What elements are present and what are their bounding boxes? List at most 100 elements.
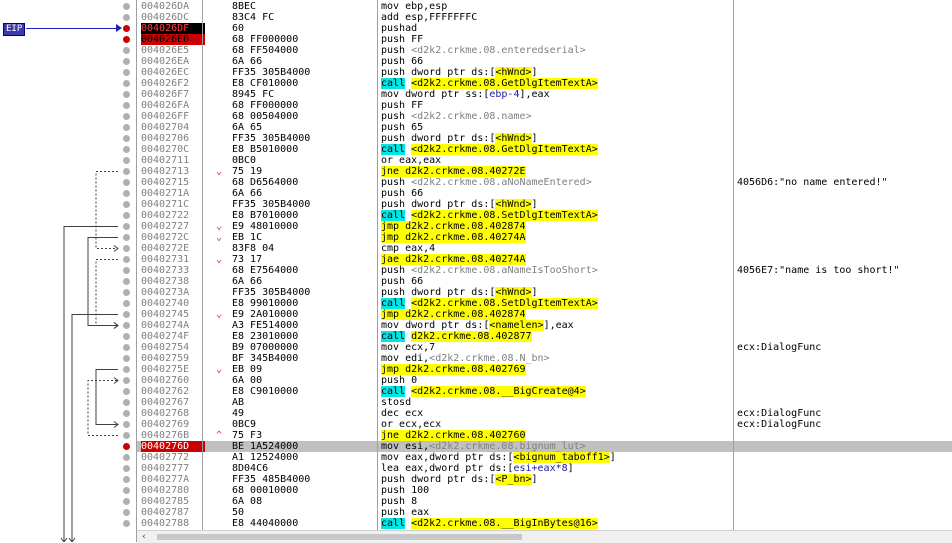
breakpoint-toggle[interactable] xyxy=(123,245,130,252)
disassembly-row[interactable]: 004026DF 60 pushad xyxy=(137,23,952,34)
disassembly-row[interactable]: 0040274F E8 23010000 call d2k2.crkme.08.40… xyxy=(137,331,952,342)
breakpoint-toggle[interactable] xyxy=(123,113,130,120)
disassembly-row[interactable]: 00402759 BF 345B4000 mov edi,<d2k2.crkme.0… xyxy=(137,353,952,364)
breakpoint-toggle[interactable] xyxy=(123,388,130,395)
disassembly-row[interactable]: 00402769 0BC9 or ecx,ecx ecx:DialogFunc xyxy=(137,419,952,430)
breakpoint-toggle[interactable] xyxy=(123,256,130,263)
breakpoint-toggle[interactable] xyxy=(123,179,130,186)
disassembly-row[interactable]: 00402788 E8 44040000 call <d2k2.crkme.08._… xyxy=(137,518,952,529)
disassembly-row[interactable]: 00402777 8D04C6 lea eax,dword ptr ds:[esi+… xyxy=(137,463,952,474)
breakpoint-toggle[interactable] xyxy=(123,421,130,428)
disassembly-row[interactable]: 00402715 68 D6564000 push <d2k2.crkme.08.a… xyxy=(137,177,952,188)
disassembly-row[interactable]: 0040277A FF35 485B4000 push dword ptr ds:[… xyxy=(137,474,952,485)
disassembly-rows[interactable]: 004026DA 8BEC mov ebp,esp 004026DC 83C4 FC ad… xyxy=(137,0,952,530)
disassembly-row[interactable]: 00402745 ⌄ E9 2A010000 jmp d2k2.crkme.08.40… xyxy=(137,309,952,320)
disassembly-row[interactable]: 0040276B ^ 75 F3 jne d2k2.crkme.08.402760 xyxy=(137,430,952,441)
breakpoint-toggle[interactable] xyxy=(123,278,130,285)
breakpoint-toggle[interactable] xyxy=(123,234,130,241)
disassembly-row[interactable]: 0040273A FF35 305B4000 push dword ptr ds:[… xyxy=(137,287,952,298)
breakpoint-toggle[interactable] xyxy=(123,91,130,98)
breakpoint-toggle[interactable] xyxy=(123,432,130,439)
breakpoint-toggle[interactable] xyxy=(123,476,130,483)
breakpoint-toggle[interactable] xyxy=(123,344,130,351)
scroll-left-icon[interactable]: ‹ xyxy=(139,531,149,543)
breakpoint-toggle[interactable] xyxy=(123,80,130,87)
breakpoint-toggle[interactable] xyxy=(123,36,130,43)
breakpoint-toggle[interactable] xyxy=(123,212,130,219)
disassembly-row[interactable]: 00402731 ⌄ 73 17 jae d2k2.crkme.08.40274A xyxy=(137,254,952,265)
disassembly-row[interactable]: 0040270C E8 B5010000 call <d2k2.crkme.08.G… xyxy=(137,144,952,155)
disassembly-row[interactable]: 0040271C FF35 305B4000 push dword ptr ds:[… xyxy=(137,199,952,210)
breakpoint-toggle[interactable] xyxy=(123,3,130,10)
breakpoint-toggle[interactable] xyxy=(123,487,130,494)
breakpoint-toggle[interactable] xyxy=(123,410,130,417)
disassembly-row[interactable]: 00402738 6A 66 push 66 xyxy=(137,276,952,287)
disassembly-row[interactable]: 004026FA 68 FF000000 push FF xyxy=(137,100,952,111)
breakpoint-toggle[interactable] xyxy=(123,168,130,175)
breakpoint-toggle[interactable] xyxy=(123,146,130,153)
disassembly-row[interactable]: 00402711 0BC0 or eax,eax xyxy=(137,155,952,166)
disassembly-row[interactable]: 00402762 E8 C9010000 call <d2k2.crkme.08._… xyxy=(137,386,952,397)
disassembly-row[interactable]: 00402767 AB stosd xyxy=(137,397,952,408)
disassembly-row[interactable]: 004026EC FF35 305B4000 push dword ptr ds:[… xyxy=(137,67,952,78)
disassembly-row[interactable]: 00402787 50 push eax xyxy=(137,507,952,518)
breakpoint-toggle[interactable] xyxy=(123,509,130,516)
breakpoint-toggle[interactable] xyxy=(123,399,130,406)
disassembly-row[interactable]: 004026DC 83C4 FC add esp,FFFFFFFC xyxy=(137,12,952,23)
breakpoint-toggle[interactable] xyxy=(123,223,130,230)
disassembly-row[interactable]: 004026DA 8BEC mov ebp,esp xyxy=(137,1,952,12)
breakpoint-toggle[interactable] xyxy=(123,377,130,384)
breakpoint-toggle[interactable] xyxy=(123,124,130,131)
disassembly-row[interactable]: 00402780 68 00010000 push 100 xyxy=(137,485,952,496)
disassembly-row[interactable]: 00402706 FF35 305B4000 push dword ptr ds:[… xyxy=(137,133,952,144)
horizontal-scrollbar[interactable]: ‹ xyxy=(137,530,952,543)
disassembly-row[interactable]: 0040275E ⌄ EB 09 jmp d2k2.crkme.08.402769 xyxy=(137,364,952,375)
disassembly-row[interactable]: 00402704 6A 65 push 65 xyxy=(137,122,952,133)
breakpoint-toggle[interactable] xyxy=(123,25,130,32)
scrollbar-thumb[interactable] xyxy=(157,534,522,540)
breakpoint-toggle[interactable] xyxy=(123,520,130,527)
disassembly-row[interactable]: 004026F7 8945 FC mov dword ptr ss:[ebp-4],… xyxy=(137,89,952,100)
breakpoint-toggle[interactable] xyxy=(123,289,130,296)
breakpoint-toggle[interactable] xyxy=(123,443,130,450)
breakpoint-toggle[interactable] xyxy=(123,267,130,274)
breakpoint-toggle[interactable] xyxy=(123,498,130,505)
disassembly-row[interactable]: 00402760 6A 00 push 0 xyxy=(137,375,952,386)
disassembly-row[interactable]: 00402772 A1 12524000 mov eax,dword ptr ds:… xyxy=(137,452,952,463)
breakpoint-toggle[interactable] xyxy=(123,190,130,197)
disassembly-row[interactable]: 0040274A A3 FE514000 mov dword ptr ds:[<na… xyxy=(137,320,952,331)
disassembly-row[interactable]: 004026F2 E8 CF010000 call <d2k2.crkme.08.G… xyxy=(137,78,952,89)
breakpoint-toggle[interactable] xyxy=(123,102,130,109)
breakpoint-toggle[interactable] xyxy=(123,300,130,307)
disassembly-row[interactable]: 004026E5 68 FF504000 push <d2k2.crkme.08.e… xyxy=(137,45,952,56)
breakpoint-toggle[interactable] xyxy=(123,366,130,373)
disassembly-row[interactable]: 00402733 68 E7564000 push <d2k2.crkme.08.a… xyxy=(137,265,952,276)
disassembly-row[interactable]: 00402740 E8 99010000 call <d2k2.crkme.08.S… xyxy=(137,298,952,309)
disassembly-row[interactable]: 00402722 E8 B7010000 call <d2k2.crkme.08.S… xyxy=(137,210,952,221)
disassembly-row[interactable]: 00402754 B9 07000000 mov ecx,7 ecx:DialogFu… xyxy=(137,342,952,353)
breakpoint-toggle[interactable] xyxy=(123,58,130,65)
disassembly-row[interactable]: 0040276D BE 1A524000 mov esi,<d2k2.crkme.0… xyxy=(137,441,952,452)
disassembly-row[interactable]: 0040272C ⌄ EB 1C jmp d2k2.crkme.08.40274A xyxy=(137,232,952,243)
disassembly-row[interactable]: 004026EA 6A 66 push 66 xyxy=(137,56,952,67)
breakpoint-toggle[interactable] xyxy=(123,14,130,21)
disassembly-row[interactable]: 00402727 ⌄ E9 48010000 jmp d2k2.crkme.08.40… xyxy=(137,221,952,232)
breakpoint-toggle[interactable] xyxy=(123,69,130,76)
breakpoint-toggle[interactable] xyxy=(123,201,130,208)
disassembly-row[interactable]: 00402785 6A 08 push 8 xyxy=(137,496,952,507)
breakpoint-toggle[interactable] xyxy=(123,465,130,472)
breakpoint-toggle[interactable] xyxy=(123,47,130,54)
breakpoint-toggle[interactable] xyxy=(123,322,130,329)
breakpoint-toggle[interactable] xyxy=(123,355,130,362)
breakpoint-toggle[interactable] xyxy=(123,454,130,461)
breakpoint-toggle[interactable] xyxy=(123,157,130,164)
disassembly-row[interactable]: 004026E0 68 FF000000 push FF xyxy=(137,34,952,45)
disassembly-row[interactable]: 0040271A 6A 66 push 66 xyxy=(137,188,952,199)
breakpoint-toggle[interactable] xyxy=(123,333,130,340)
disassembly-row[interactable]: 004026FF 68 00504000 push <d2k2.crkme.08.n… xyxy=(137,111,952,122)
breakpoint-toggle[interactable] xyxy=(123,311,130,318)
disassembly-row[interactable]: 00402768 49 dec ecx ecx:DialogFunc xyxy=(137,408,952,419)
disassembly-row[interactable]: 00402713 ⌄ 75 19 jne d2k2.crkme.08.40272E xyxy=(137,166,952,177)
breakpoint-toggle[interactable] xyxy=(123,135,130,142)
disassembly-row[interactable]: 0040272E 83F8 04 cmp eax,4 xyxy=(137,243,952,254)
